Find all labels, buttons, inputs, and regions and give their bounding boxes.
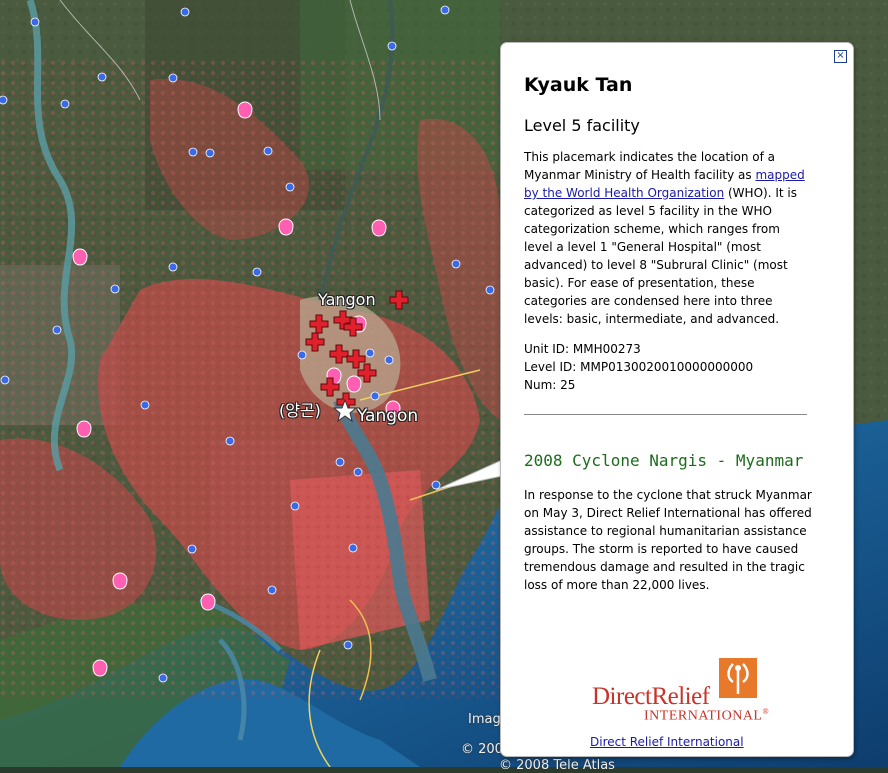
direct-relief-logo: DirectRelief INTERNATIONAL® (592, 656, 782, 726)
logo-text-international: INTERNATIONAL (644, 708, 763, 724)
blue-placemark[interactable] (205, 148, 215, 158)
city-label-korean: (양곤) (279, 401, 321, 420)
blue-placemark[interactable] (365, 348, 375, 358)
blue-placemark[interactable] (285, 182, 295, 192)
close-icon[interactable]: × (834, 50, 847, 63)
pink-placemark[interactable] (112, 572, 128, 590)
blue-placemark[interactable] (180, 7, 190, 17)
blue-placemark[interactable] (353, 467, 363, 477)
pink-placemark[interactable] (346, 375, 362, 393)
logo-text-sub: INTERNATIONAL® (644, 707, 769, 725)
logo-registered-mark: ® (762, 707, 770, 716)
cyclone-section-title: 2008 Cyclone Nargis - Myanmar (524, 451, 804, 470)
blue-placemark[interactable] (187, 544, 197, 554)
blue-placemark[interactable] (384, 355, 394, 365)
placemark-title: Kyauk Tan (524, 74, 633, 96)
description-text-after: (WHO). It is categorized as level 5 faci… (524, 186, 797, 326)
blue-placemark[interactable] (225, 436, 235, 446)
blue-placemark[interactable] (30, 17, 40, 27)
blue-placemark[interactable] (451, 259, 461, 269)
blue-placemark[interactable] (60, 99, 70, 109)
level-id: Level ID: MMP0130020010000000000 (524, 360, 754, 374)
direct-relief-link[interactable]: Direct Relief International (590, 735, 744, 749)
num-value: Num: 25 (524, 378, 576, 392)
placemark-description: This placemark indicates the location of… (524, 148, 807, 328)
placemark-subtitle: Level 5 facility (524, 116, 640, 135)
pink-placemark[interactable] (72, 248, 88, 266)
blue-placemark[interactable] (297, 350, 307, 360)
balloon-content: Kyauk Tan Level 5 facility This placemar… (524, 71, 814, 749)
cyclone-section-text: In response to the cyclone that struck M… (524, 488, 812, 592)
pink-placemark[interactable] (371, 219, 387, 237)
city-label-yangon-primary: Yangon (357, 406, 419, 426)
blue-placemark[interactable] (267, 585, 277, 595)
blue-placemark[interactable] (290, 501, 300, 511)
pink-placemark[interactable] (278, 218, 294, 236)
unit-id: Unit ID: MMH00273 (524, 342, 641, 356)
blue-placemark[interactable] (387, 41, 397, 51)
flood-texture (0, 60, 500, 700)
pink-placemark[interactable] (92, 659, 108, 677)
direct-relief-logo-mark-icon (719, 658, 757, 698)
blue-placemark[interactable] (97, 72, 107, 82)
imagery-credit: Imag (468, 712, 501, 727)
blue-placemark[interactable] (335, 457, 345, 467)
pink-placemark[interactable] (76, 420, 92, 438)
pink-placemark[interactable] (200, 593, 216, 611)
blue-placemark[interactable] (431, 480, 441, 490)
copyright-line-2: © 2008 Tele Atlas (499, 758, 615, 773)
blue-placemark[interactable] (263, 146, 273, 156)
blue-placemark[interactable] (343, 640, 353, 650)
blue-placemark[interactable] (252, 267, 262, 277)
blue-placemark[interactable] (188, 147, 198, 157)
blue-placemark[interactable] (168, 73, 178, 83)
copyright-line-1: © 200 (461, 742, 503, 757)
blue-placemark[interactable] (110, 284, 120, 294)
blue-placemark[interactable] (52, 325, 62, 335)
blue-placemark[interactable] (440, 5, 450, 15)
city-label-yangon: Yangon (318, 290, 376, 309)
blue-placemark[interactable] (370, 391, 380, 401)
blue-placemark[interactable] (348, 543, 358, 553)
blue-placemark[interactable] (140, 400, 150, 410)
blue-placemark[interactable] (0, 375, 10, 385)
description-text-before: This placemark indicates the location of… (524, 150, 776, 182)
pink-placemark[interactable] (237, 101, 253, 119)
blue-placemark[interactable] (485, 285, 495, 295)
blue-placemark[interactable] (0, 95, 8, 105)
blue-placemark[interactable] (168, 262, 178, 272)
blue-placemark[interactable] (158, 673, 168, 683)
section-divider (524, 414, 807, 415)
info-balloon: × Kyauk Tan Level 5 facility This placem… (500, 42, 854, 757)
